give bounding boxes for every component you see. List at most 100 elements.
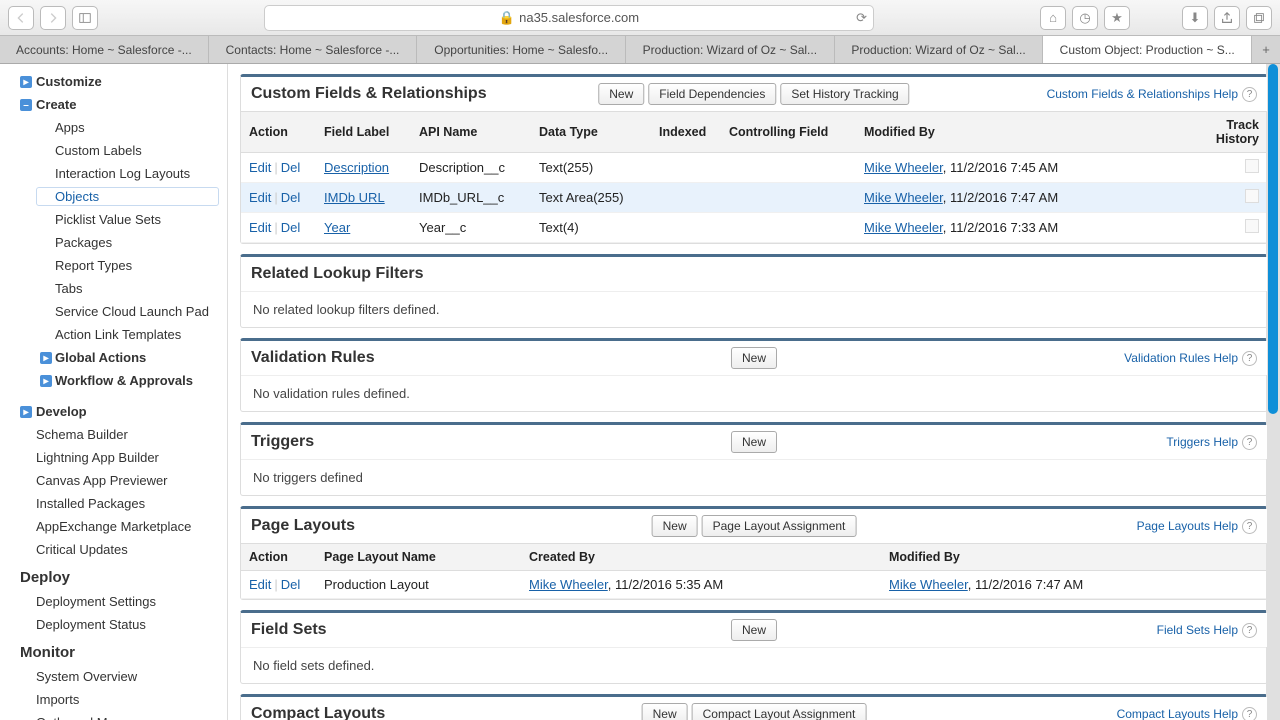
sidebar-item-objects[interactable]: Objects <box>0 185 227 208</box>
sidebar-item-apps[interactable]: Apps <box>0 116 227 139</box>
new-tab-button[interactable]: + <box>1252 36 1280 63</box>
share-button[interactable] <box>1214 6 1240 30</box>
home-button[interactable]: ⌂ <box>1040 6 1066 30</box>
tab-production-1[interactable]: Production: Wizard of Oz ~ Sal... <box>626 36 835 63</box>
api-name: IMDb_URL__c <box>411 183 531 213</box>
custom-fields-help-link[interactable]: Custom Fields & Relationships Help? <box>1047 87 1257 102</box>
page-layouts-section: Page Layouts New Page Layout Assignment … <box>240 506 1268 600</box>
section-title: Related Lookup Filters <box>251 265 423 283</box>
field-dependencies-button[interactable]: Field Dependencies <box>648 83 776 105</box>
expand-icon: ▸ <box>20 76 32 88</box>
col-api-name: API Name <box>411 112 531 153</box>
field-label-link[interactable]: Description <box>324 160 389 175</box>
sidebar-item-workflow[interactable]: ▸Workflow & Approvals <box>0 369 227 392</box>
sidebar-item-report-types[interactable]: Report Types <box>0 254 227 277</box>
track-history-checkbox <box>1245 159 1259 173</box>
validation-help-link[interactable]: Validation Rules Help? <box>1124 351 1257 366</box>
download-button[interactable]: ⬇ <box>1182 6 1208 30</box>
sidebar-item-customize[interactable]: ▸Customize <box>0 70 227 93</box>
sidebar-item-custom-labels[interactable]: Custom Labels <box>0 139 227 162</box>
compact-layout-assignment-button[interactable]: Compact Layout Assignment <box>692 703 867 720</box>
sidebar-item-create[interactable]: –Create <box>0 93 227 116</box>
sidebar-item-imports[interactable]: Imports <box>0 688 227 711</box>
sidebar-item-deployment-status[interactable]: Deployment Status <box>0 613 227 636</box>
forward-button[interactable] <box>40 6 66 30</box>
new-layout-button[interactable]: New <box>652 515 698 537</box>
scrollbar-thumb[interactable] <box>1268 64 1278 414</box>
edit-link[interactable]: Edit <box>249 577 271 592</box>
sidebar-item-picklist[interactable]: Picklist Value Sets <box>0 208 227 231</box>
compact-layouts-section: Compact Layouts New Compact Layout Assig… <box>240 694 1268 720</box>
help-icon: ? <box>1242 519 1257 534</box>
table-row: Edit|Del Production Layout Mike Wheeler,… <box>241 571 1267 599</box>
del-link[interactable]: Del <box>281 577 301 592</box>
sidebar-item-schema-builder[interactable]: Schema Builder <box>0 423 227 446</box>
new-fieldset-button[interactable]: New <box>731 619 777 641</box>
tab-accounts[interactable]: Accounts: Home ~ Salesforce -... <box>0 36 209 63</box>
new-field-button[interactable]: New <box>598 83 644 105</box>
setup-sidebar: ▸Customize –Create Apps Custom Labels In… <box>0 64 228 720</box>
col-modified-by: Modified By <box>856 112 1172 153</box>
edit-link[interactable]: Edit <box>249 220 271 235</box>
triggers-help-link[interactable]: Triggers Help? <box>1166 435 1257 450</box>
url-field[interactable]: 🔒 na35.salesforce.com ⟳ <box>264 5 874 31</box>
page-layouts-table: Action Page Layout Name Created By Modif… <box>241 543 1267 599</box>
sidebar-item-action-link[interactable]: Action Link Templates <box>0 323 227 346</box>
tab-contacts[interactable]: Contacts: Home ~ Salesforce -... <box>209 36 418 63</box>
tab-custom-object[interactable]: Custom Object: Production ~ S... <box>1043 36 1252 63</box>
empty-message: No validation rules defined. <box>241 375 1267 411</box>
sidebar-item-deployment-settings[interactable]: Deployment Settings <box>0 590 227 613</box>
bookmark-button[interactable]: ★ <box>1104 6 1130 30</box>
field-label-link[interactable]: IMDb URL <box>324 190 385 205</box>
sidebar-item-tabs[interactable]: Tabs <box>0 277 227 300</box>
col-layout-name: Page Layout Name <box>316 544 521 571</box>
back-button[interactable] <box>8 6 34 30</box>
sidebar-item-outbound-messages[interactable]: Outbound Messages <box>0 711 227 720</box>
custom-fields-table: Action Field Label API Name Data Type In… <box>241 111 1267 243</box>
sidebar-item-lightning-app[interactable]: Lightning App Builder <box>0 446 227 469</box>
sidebar-item-system-overview[interactable]: System Overview <box>0 665 227 688</box>
reload-icon[interactable]: ⟳ <box>856 10 867 26</box>
set-history-tracking-button[interactable]: Set History Tracking <box>780 83 909 105</box>
del-link[interactable]: Del <box>281 220 301 235</box>
help-icon: ? <box>1242 351 1257 366</box>
field-label-link[interactable]: Year <box>324 220 350 235</box>
compact-layouts-help-link[interactable]: Compact Layouts Help? <box>1117 707 1257 720</box>
del-link[interactable]: Del <box>281 190 301 205</box>
new-trigger-button[interactable]: New <box>731 431 777 453</box>
help-icon: ? <box>1242 435 1257 450</box>
sidebar-item-global-actions[interactable]: ▸Global Actions <box>0 346 227 369</box>
sidebar-item-critical-updates[interactable]: Critical Updates <box>0 538 227 561</box>
sidebar-item-installed-packages[interactable]: Installed Packages <box>0 492 227 515</box>
edit-link[interactable]: Edit <box>249 160 271 175</box>
help-icon: ? <box>1242 623 1257 638</box>
edit-link[interactable]: Edit <box>249 190 271 205</box>
page-layouts-help-link[interactable]: Page Layouts Help? <box>1137 519 1257 534</box>
sidebar-toggle-button[interactable] <box>72 6 98 30</box>
page-layout-assignment-button[interactable]: Page Layout Assignment <box>702 515 857 537</box>
sidebar-item-packages[interactable]: Packages <box>0 231 227 254</box>
sidebar-item-canvas-app[interactable]: Canvas App Previewer <box>0 469 227 492</box>
history-button[interactable]: ◷ <box>1072 6 1098 30</box>
sidebar-item-interaction-log[interactable]: Interaction Log Layouts <box>0 162 227 185</box>
tab-production-2[interactable]: Production: Wizard of Oz ~ Sal... <box>835 36 1044 63</box>
sidebar-item-service-cloud[interactable]: Service Cloud Launch Pad <box>0 300 227 323</box>
layout-name: Production Layout <box>316 571 521 599</box>
api-name: Description__c <box>411 153 531 183</box>
modified-by-link[interactable]: Mike Wheeler <box>864 160 943 175</box>
del-link[interactable]: Del <box>281 160 301 175</box>
modified-by-link[interactable]: Mike Wheeler <box>889 577 968 592</box>
modified-by-link[interactable]: Mike Wheeler <box>864 220 943 235</box>
sidebar-item-appexchange[interactable]: AppExchange Marketplace <box>0 515 227 538</box>
tab-opportunities[interactable]: Opportunities: Home ~ Salesfo... <box>417 36 626 63</box>
sidebar-item-develop[interactable]: ▸Develop <box>0 400 227 423</box>
section-title: Field Sets <box>251 621 327 639</box>
modified-by-link[interactable]: Mike Wheeler <box>864 190 943 205</box>
scrollbar-track[interactable] <box>1266 64 1280 720</box>
field-sets-help-link[interactable]: Field Sets Help? <box>1157 623 1257 638</box>
new-compact-layout-button[interactable]: New <box>642 703 688 720</box>
tabs-button[interactable] <box>1246 6 1272 30</box>
new-validation-button[interactable]: New <box>731 347 777 369</box>
created-by-link[interactable]: Mike Wheeler <box>529 577 608 592</box>
triggers-section: Triggers New Triggers Help? No triggers … <box>240 422 1268 496</box>
